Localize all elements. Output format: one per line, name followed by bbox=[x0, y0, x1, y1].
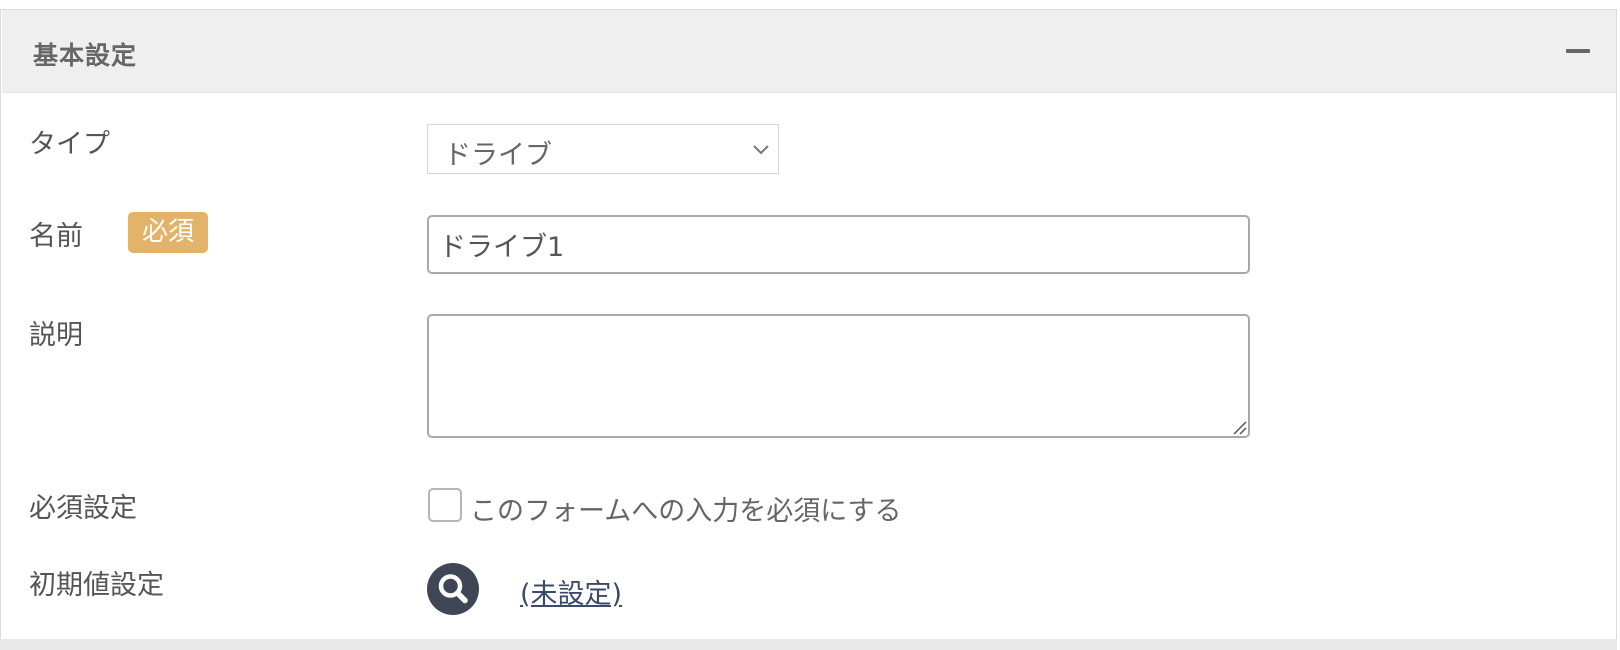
name-label: 名前 bbox=[29, 221, 83, 252]
type-select-value: ドライブ bbox=[444, 140, 552, 171]
description-textarea[interactable] bbox=[427, 314, 1250, 438]
collapse-button[interactable] bbox=[1566, 43, 1590, 59]
panel-bottom-divider bbox=[0, 639, 1617, 650]
required-checkbox-label[interactable]: このフォームへの入力を必須にする bbox=[470, 489, 901, 528]
default-value-link[interactable]: (未設定) bbox=[520, 572, 622, 611]
panel-header: 基本設定 bbox=[2, 10, 1616, 93]
type-label: タイプ bbox=[29, 129, 110, 160]
required-checkbox[interactable] bbox=[428, 488, 462, 522]
description-label: 説明 bbox=[29, 320, 83, 351]
search-icon[interactable] bbox=[427, 563, 479, 615]
name-input[interactable] bbox=[427, 215, 1250, 274]
panel-title: 基本設定 bbox=[33, 41, 138, 70]
required-setting-label: 必須設定 bbox=[29, 493, 137, 524]
default-value-label: 初期値設定 bbox=[29, 570, 164, 601]
type-select[interactable]: ドライブ bbox=[427, 124, 779, 174]
chevron-down-icon bbox=[753, 145, 769, 155]
resize-handle-icon[interactable] bbox=[1231, 419, 1247, 435]
minus-icon bbox=[1566, 49, 1590, 53]
required-badge: 必須 bbox=[128, 212, 208, 253]
